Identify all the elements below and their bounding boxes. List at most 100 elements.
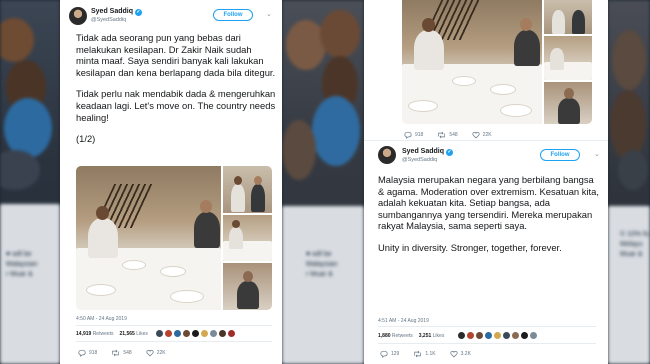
tweet-text: Tidak ada seorang pun yang bebas dari me…	[76, 32, 276, 155]
reply-count: 918	[89, 350, 98, 356]
liker-avatar[interactable]	[183, 330, 190, 337]
liker-avatar[interactable]	[156, 330, 163, 337]
retweets-label: Retweets	[92, 331, 114, 337]
like-icon	[472, 131, 480, 139]
reply-icon	[380, 350, 388, 358]
retweet-icon	[438, 131, 446, 139]
like-count: 22K	[156, 350, 166, 356]
liker-avatar[interactable]	[219, 330, 226, 337]
like-count: 22K	[482, 132, 492, 138]
tweet-paragraph-1: Malaysia merupakan negara yang berbilang…	[378, 174, 599, 232]
likes-label: Likes	[136, 331, 148, 337]
likes-count[interactable]: 3,251	[419, 333, 432, 339]
retweet-button[interactable]: 1.1K	[413, 350, 436, 358]
tweet-media-grid[interactable]	[76, 166, 272, 310]
divider	[76, 341, 272, 342]
liker-avatar[interactable]	[530, 332, 537, 339]
tweet-photo-4[interactable]	[544, 82, 592, 124]
verified-badge-icon: ✓	[135, 9, 143, 16]
reply-count: 918	[415, 132, 424, 138]
tweet-card-right: 918 548 22K Syed Saddiq ✓ @SyedSaddiq Fol…	[364, 0, 608, 364]
bg-mid-line-3: r Muar &	[306, 271, 333, 278]
liker-avatar[interactable]	[201, 330, 208, 337]
bg-mid-line-2: Malaysian	[306, 261, 338, 268]
liker-avatar[interactable]	[192, 330, 199, 337]
liker-avatar[interactable]	[210, 330, 217, 337]
follow-button[interactable]: Follow	[213, 9, 253, 21]
liker-avatar[interactable]	[476, 332, 483, 339]
avatar[interactable]	[69, 7, 87, 25]
liker-avatar[interactable]	[512, 332, 519, 339]
retweet-icon	[112, 349, 120, 357]
bg-right-line-1: © 10% fo	[620, 231, 649, 238]
retweet-button[interactable]: 548	[111, 349, 132, 357]
retweet-count: 548	[449, 132, 458, 138]
retweets-count[interactable]: 14,919	[76, 331, 91, 337]
background-left-panel: ♥ will be Malaysian r Muar &	[0, 0, 60, 364]
like-count: 3.2K	[460, 351, 471, 357]
likes-label: Likes	[432, 333, 445, 339]
reply-icon	[78, 349, 86, 357]
retweets-count[interactable]: 1,880	[378, 333, 391, 339]
like-button[interactable]: 22K	[146, 349, 166, 357]
liker-avatar[interactable]	[174, 330, 181, 337]
like-icon	[146, 349, 154, 357]
bg-right-line-3: Muar &	[620, 251, 643, 258]
tweet-photo-1[interactable]	[402, 0, 542, 124]
tweet-media-grid-top[interactable]	[402, 0, 592, 124]
liker-avatar[interactable]	[458, 332, 465, 339]
author-name[interactable]: Syed Saddiq ✓	[402, 148, 454, 156]
tweet-photo-1[interactable]	[76, 166, 221, 310]
liker-avatar[interactable]	[485, 332, 492, 339]
author-name-text[interactable]: Syed Saddiq	[91, 8, 133, 15]
author-handle[interactable]: @SyedSaddiq	[402, 157, 437, 163]
retweet-count: 1.1K	[425, 351, 436, 357]
divider	[364, 140, 608, 141]
tweet-photo-3[interactable]	[223, 215, 272, 261]
retweets-label: Retweets	[391, 333, 413, 339]
reply-button[interactable]: 918	[78, 349, 97, 357]
divider	[378, 343, 596, 344]
bg-right-line-2: Melayu	[620, 241, 643, 248]
avatar[interactable]	[378, 146, 396, 164]
liker-avatar[interactable]	[521, 332, 528, 339]
liker-avatar[interactable]	[165, 330, 172, 337]
bg-left-line-2: Malaysian	[6, 261, 38, 268]
like-button[interactable]: 22K	[472, 131, 492, 139]
author-handle[interactable]: @SyedSaddiq	[91, 17, 126, 23]
tweet-photo-2[interactable]	[544, 0, 592, 34]
liker-avatar[interactable]	[228, 330, 235, 337]
tweet-stats: 14,919 Retweets 21,565 Likes	[76, 331, 154, 337]
like-icon	[450, 350, 458, 358]
tweet-photo-4[interactable]	[223, 263, 272, 310]
reply-button[interactable]: 129	[380, 350, 399, 358]
chevron-down-icon[interactable]: ⌄	[594, 150, 600, 158]
tweet-photo-3[interactable]	[544, 36, 592, 80]
tweet-timestamp[interactable]: 4:51 AM - 24 Aug 2019	[378, 318, 429, 324]
tweet-paragraph-3: (1/2)	[76, 133, 96, 145]
author-name[interactable]: Syed Saddiq ✓	[91, 8, 143, 16]
reply-button[interactable]: 918	[404, 131, 423, 139]
author-name-text[interactable]: Syed Saddiq	[402, 148, 444, 155]
likes-count[interactable]: 21,565	[120, 331, 135, 337]
retweet-count: 548	[123, 350, 132, 356]
liker-avatar[interactable]	[467, 332, 474, 339]
background-middle-panel: ♥ will be Malaysian r Muar &	[282, 0, 364, 364]
verified-badge-icon: ✓	[446, 149, 454, 156]
tweet-paragraph-2: Tidak perlu nak mendabik dada & mengeruh…	[76, 88, 276, 123]
background-right-panel: © 10% fo Melayu Muar &	[608, 0, 650, 364]
tweet-text: Malaysia merupakan negara yang berbilang…	[378, 174, 600, 264]
tweet-photo-2[interactable]	[223, 166, 272, 213]
tweet-actions: 918 548 22K	[78, 349, 180, 357]
follow-button[interactable]: Follow	[540, 149, 580, 161]
tweet-paragraph-2: Unity in diversity. Stronger, together, …	[378, 241, 562, 253]
tweet-timestamp[interactable]: 4:50 AM - 24 Aug 2019	[76, 316, 127, 322]
tweet-actions: 129 1.1K 3.2K	[380, 350, 485, 358]
retweet-icon	[414, 350, 422, 358]
like-button[interactable]: 3.2K	[450, 350, 471, 358]
retweet-button[interactable]: 548	[437, 131, 458, 139]
liker-avatar[interactable]	[503, 332, 510, 339]
liker-avatar[interactable]	[494, 332, 501, 339]
bg-mid-line-1: ♥ will be	[306, 251, 332, 258]
chevron-down-icon[interactable]: ⌄	[266, 10, 272, 18]
